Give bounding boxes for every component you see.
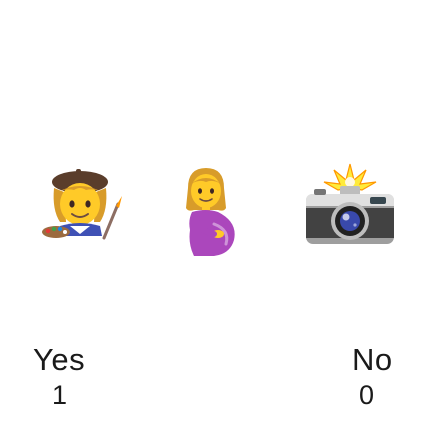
yes-label: Yes: [33, 342, 86, 377]
no-count: 0: [359, 380, 375, 410]
emoji-row: [0, 163, 432, 266]
no-label: No: [352, 342, 393, 377]
woman-artist-icon: [42, 169, 122, 240]
camera-with-flash-icon: [306, 163, 394, 244]
vote-card: Yes 1 No 0: [0, 0, 432, 432]
yes-count: 1: [52, 380, 68, 410]
pregnant-woman-icon: [186, 168, 235, 256]
